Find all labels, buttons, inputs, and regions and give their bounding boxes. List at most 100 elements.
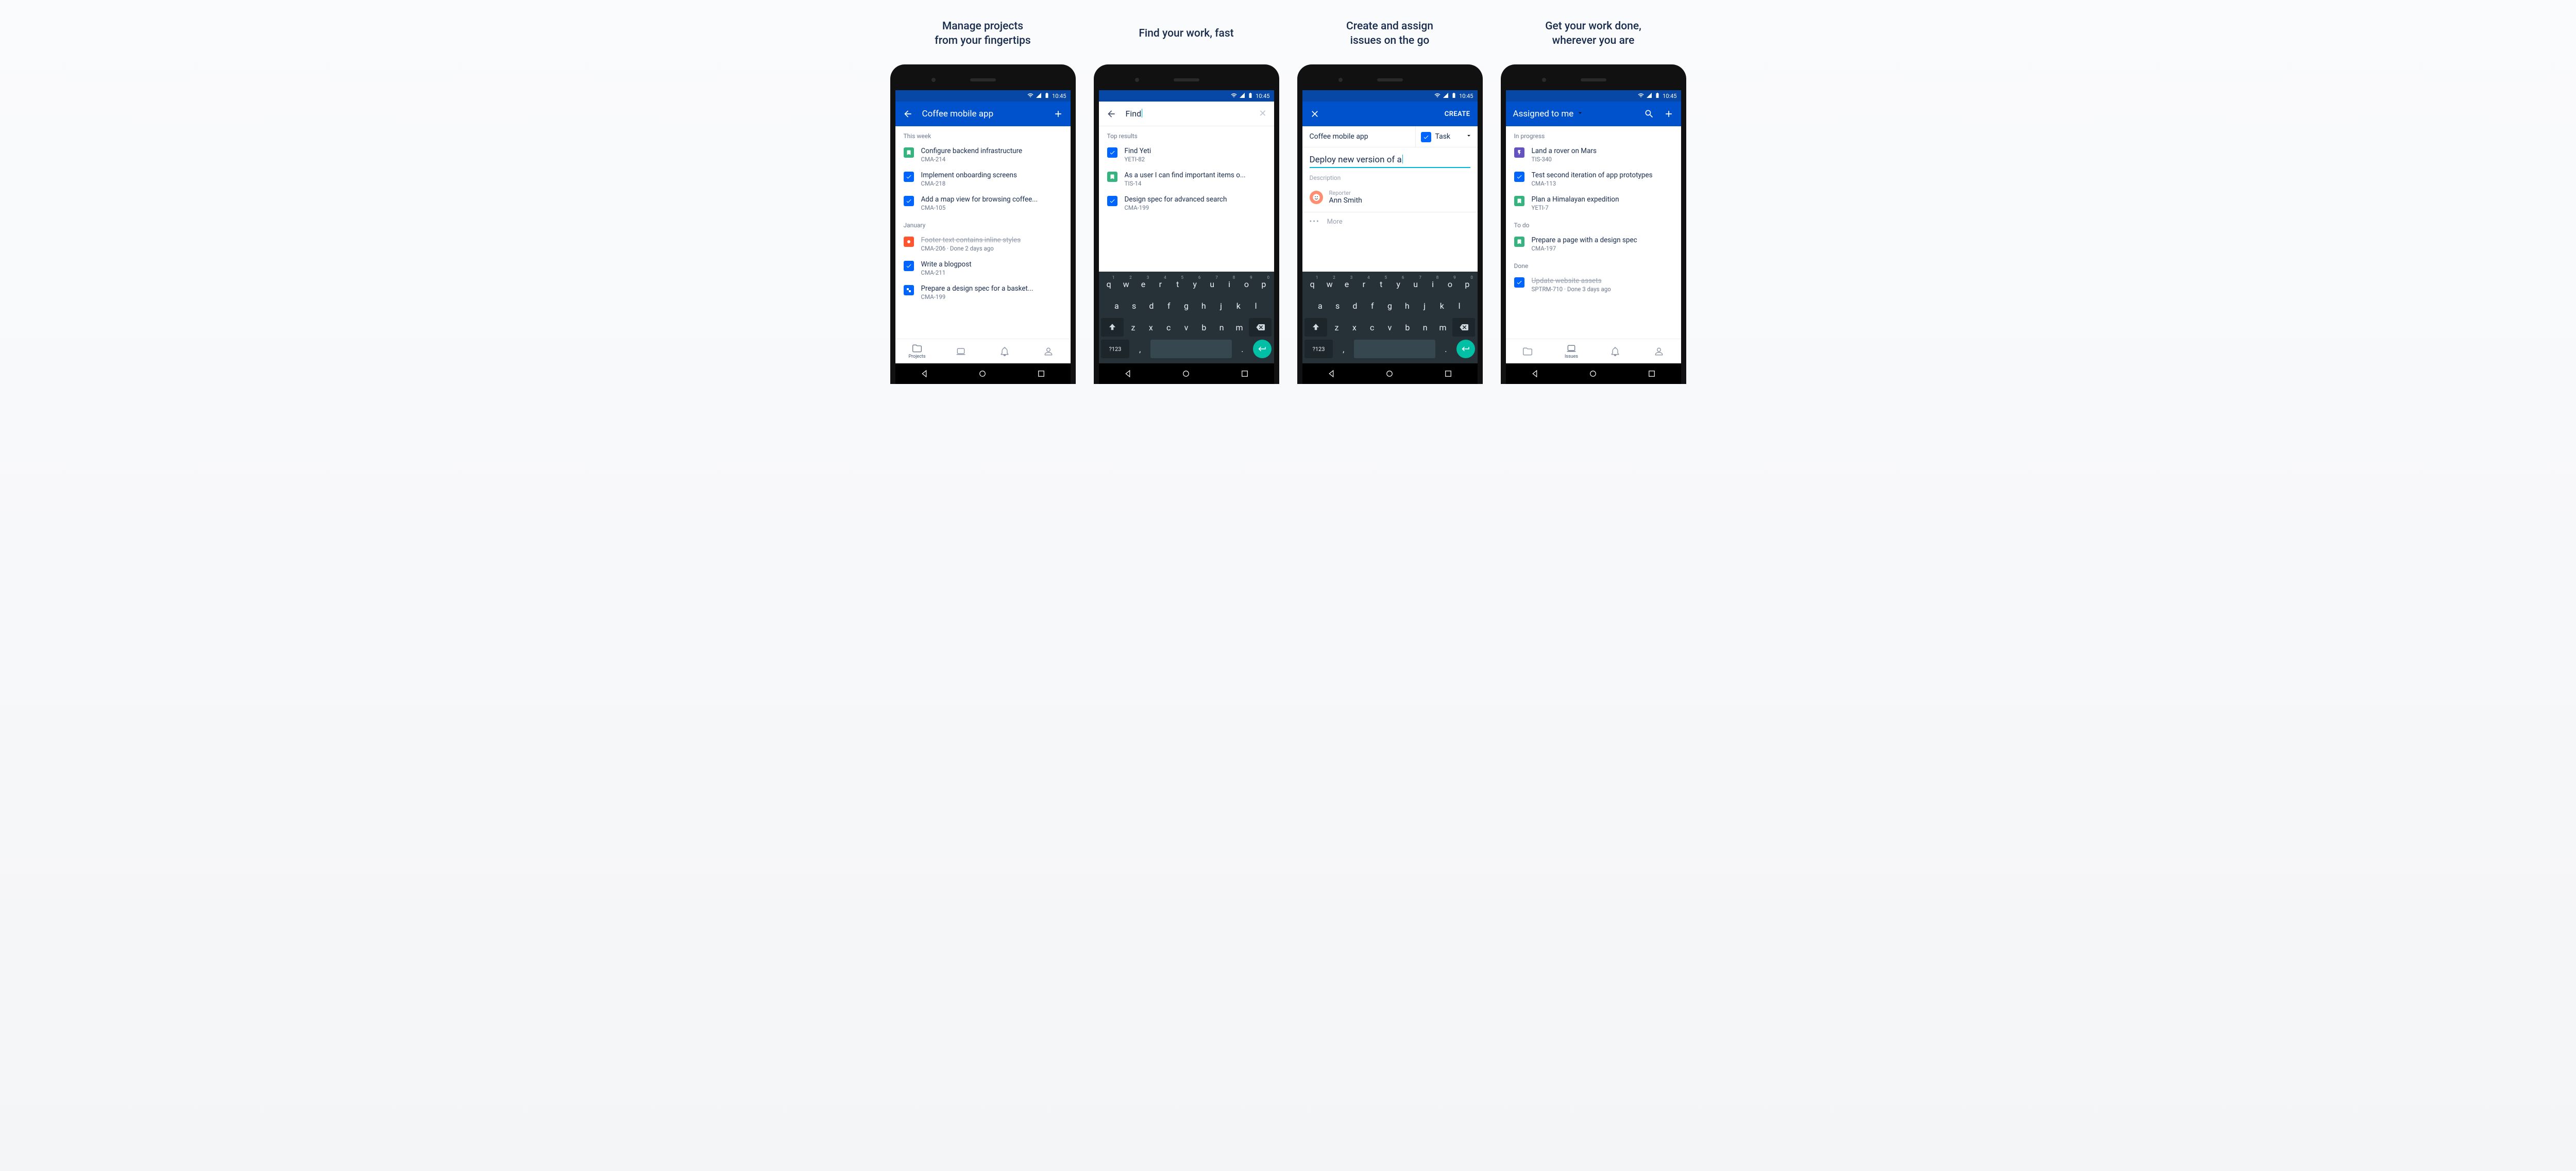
key-b[interactable]: b <box>1196 318 1212 337</box>
nav-home[interactable] <box>1181 369 1191 378</box>
key-i[interactable]: 8i <box>1425 275 1440 293</box>
nav-back[interactable] <box>1530 369 1539 378</box>
key-x[interactable]: x <box>1346 318 1362 337</box>
issue-row[interactable]: Footer text contains inline styles CMA-2… <box>895 232 1071 256</box>
key-v[interactable]: v <box>1382 318 1398 337</box>
key-space[interactable] <box>1354 340 1435 358</box>
key-e[interactable]: 3e <box>1339 275 1354 293</box>
issue-row[interactable]: Land a rover on Mars TIS-340 <box>1506 143 1681 167</box>
issue-row[interactable]: Test second iteration of app prototypes … <box>1506 167 1681 191</box>
key-symbols[interactable]: ?123 <box>1101 340 1129 358</box>
tab-notifications[interactable] <box>1594 339 1637 363</box>
key-x[interactable]: x <box>1143 318 1159 337</box>
clear-search-icon[interactable]: ✕ <box>1259 108 1266 119</box>
back-button[interactable] <box>903 109 913 119</box>
key-backspace[interactable] <box>1452 318 1475 337</box>
tab-projects[interactable] <box>1506 339 1550 363</box>
key-a[interactable]: a <box>1312 296 1328 315</box>
tab-notifications[interactable] <box>983 339 1027 363</box>
key-a[interactable]: a <box>1109 296 1125 315</box>
close-button[interactable] <box>1310 109 1320 119</box>
create-button[interactable]: CREATE <box>1445 110 1470 118</box>
issue-row[interactable]: Implement onboarding screens CMA-218 <box>895 167 1071 191</box>
issue-row[interactable]: Add a map view for browsing coffee... CM… <box>895 191 1071 215</box>
more-fields-button[interactable]: ••• More <box>1302 212 1478 231</box>
key-h[interactable]: h <box>1399 296 1415 315</box>
key-comma[interactable]: , <box>1131 340 1149 358</box>
key-f[interactable]: f <box>1161 296 1177 315</box>
key-c[interactable]: c <box>1161 318 1177 337</box>
key-o[interactable]: 9o <box>1239 275 1254 293</box>
issue-row[interactable]: As a user I can find important items o..… <box>1099 167 1274 191</box>
nav-home[interactable] <box>1588 369 1598 378</box>
project-picker[interactable]: Coffee mobile app <box>1302 126 1416 147</box>
tab-account[interactable] <box>1027 339 1071 363</box>
key-comma[interactable]: , <box>1334 340 1352 358</box>
key-l[interactable]: l <box>1248 296 1264 315</box>
add-button[interactable] <box>1664 109 1674 119</box>
key-period[interactable]: . <box>1437 340 1455 358</box>
key-space[interactable] <box>1150 340 1231 358</box>
key-period[interactable]: . <box>1233 340 1251 358</box>
key-s[interactable]: s <box>1126 296 1142 315</box>
key-p[interactable]: 0p <box>1256 275 1272 293</box>
key-f[interactable]: f <box>1364 296 1380 315</box>
key-s[interactable]: s <box>1330 296 1346 315</box>
key-i[interactable]: 8i <box>1222 275 1237 293</box>
reporter-field[interactable]: Reporter Ann Smith <box>1302 186 1478 212</box>
key-v[interactable]: v <box>1178 318 1194 337</box>
tab-issues[interactable]: Issues <box>1550 339 1594 363</box>
key-enter[interactable] <box>1253 340 1272 358</box>
key-m[interactable]: m <box>1435 318 1451 337</box>
key-y[interactable]: 6y <box>1391 275 1406 293</box>
issue-row[interactable]: Plan a Himalayan expedition YETI-7 <box>1506 191 1681 215</box>
issue-row[interactable]: Find Yeti YETI-82 <box>1099 143 1274 167</box>
key-p[interactable]: 0p <box>1460 275 1475 293</box>
nav-home[interactable] <box>978 369 987 378</box>
tab-account[interactable] <box>1637 339 1681 363</box>
key-r[interactable]: 4r <box>1356 275 1371 293</box>
issue-row[interactable]: Prepare a design spec for a basket... CM… <box>895 280 1071 305</box>
nav-back[interactable] <box>920 369 929 378</box>
key-b[interactable]: b <box>1399 318 1415 337</box>
key-q[interactable]: 1q <box>1101 275 1116 293</box>
nav-home[interactable] <box>1385 369 1394 378</box>
nav-recent[interactable] <box>1444 369 1453 378</box>
nav-recent[interactable] <box>1037 369 1046 378</box>
key-g[interactable]: g <box>1382 296 1398 315</box>
issue-row[interactable]: Update website assets SPTRM-710 · Done 3… <box>1506 273 1681 297</box>
key-r[interactable]: 4r <box>1153 275 1168 293</box>
key-z[interactable]: z <box>1125 318 1141 337</box>
key-h[interactable]: h <box>1196 296 1212 315</box>
key-y[interactable]: 6y <box>1187 275 1202 293</box>
description-field[interactable]: Description <box>1310 174 1470 181</box>
nav-back[interactable] <box>1123 369 1132 378</box>
key-t[interactable]: 5t <box>1374 275 1389 293</box>
key-k[interactable]: k <box>1230 296 1246 315</box>
nav-back[interactable] <box>1327 369 1336 378</box>
issue-row[interactable]: Design spec for advanced search CMA-199 <box>1099 191 1274 215</box>
key-symbols[interactable]: ?123 <box>1304 340 1333 358</box>
key-shift[interactable] <box>1101 318 1124 337</box>
key-c[interactable]: c <box>1364 318 1380 337</box>
tab-issues[interactable] <box>939 339 983 363</box>
add-button[interactable] <box>1053 109 1063 119</box>
key-w[interactable]: 2w <box>1321 275 1337 293</box>
key-o[interactable]: 9o <box>1442 275 1458 293</box>
search-input[interactable]: Find <box>1126 109 1143 119</box>
key-u[interactable]: 7u <box>1408 275 1423 293</box>
nav-recent[interactable] <box>1647 369 1656 378</box>
key-t[interactable]: 5t <box>1170 275 1185 293</box>
key-n[interactable]: n <box>1214 318 1230 337</box>
key-q[interactable]: 1q <box>1304 275 1320 293</box>
key-l[interactable]: l <box>1451 296 1467 315</box>
key-d[interactable]: d <box>1144 296 1160 315</box>
search-button[interactable] <box>1644 109 1654 119</box>
summary-input[interactable]: Deploy new version of a <box>1310 155 1470 168</box>
issue-row[interactable]: Configure backend infrastructure CMA-214 <box>895 143 1071 167</box>
key-j[interactable]: j <box>1213 296 1229 315</box>
key-u[interactable]: 7u <box>1204 275 1219 293</box>
key-e[interactable]: 3e <box>1136 275 1151 293</box>
issue-row[interactable]: Prepare a page with a design spec CMA-19… <box>1506 232 1681 256</box>
tab-projects[interactable]: Projects <box>895 339 939 363</box>
